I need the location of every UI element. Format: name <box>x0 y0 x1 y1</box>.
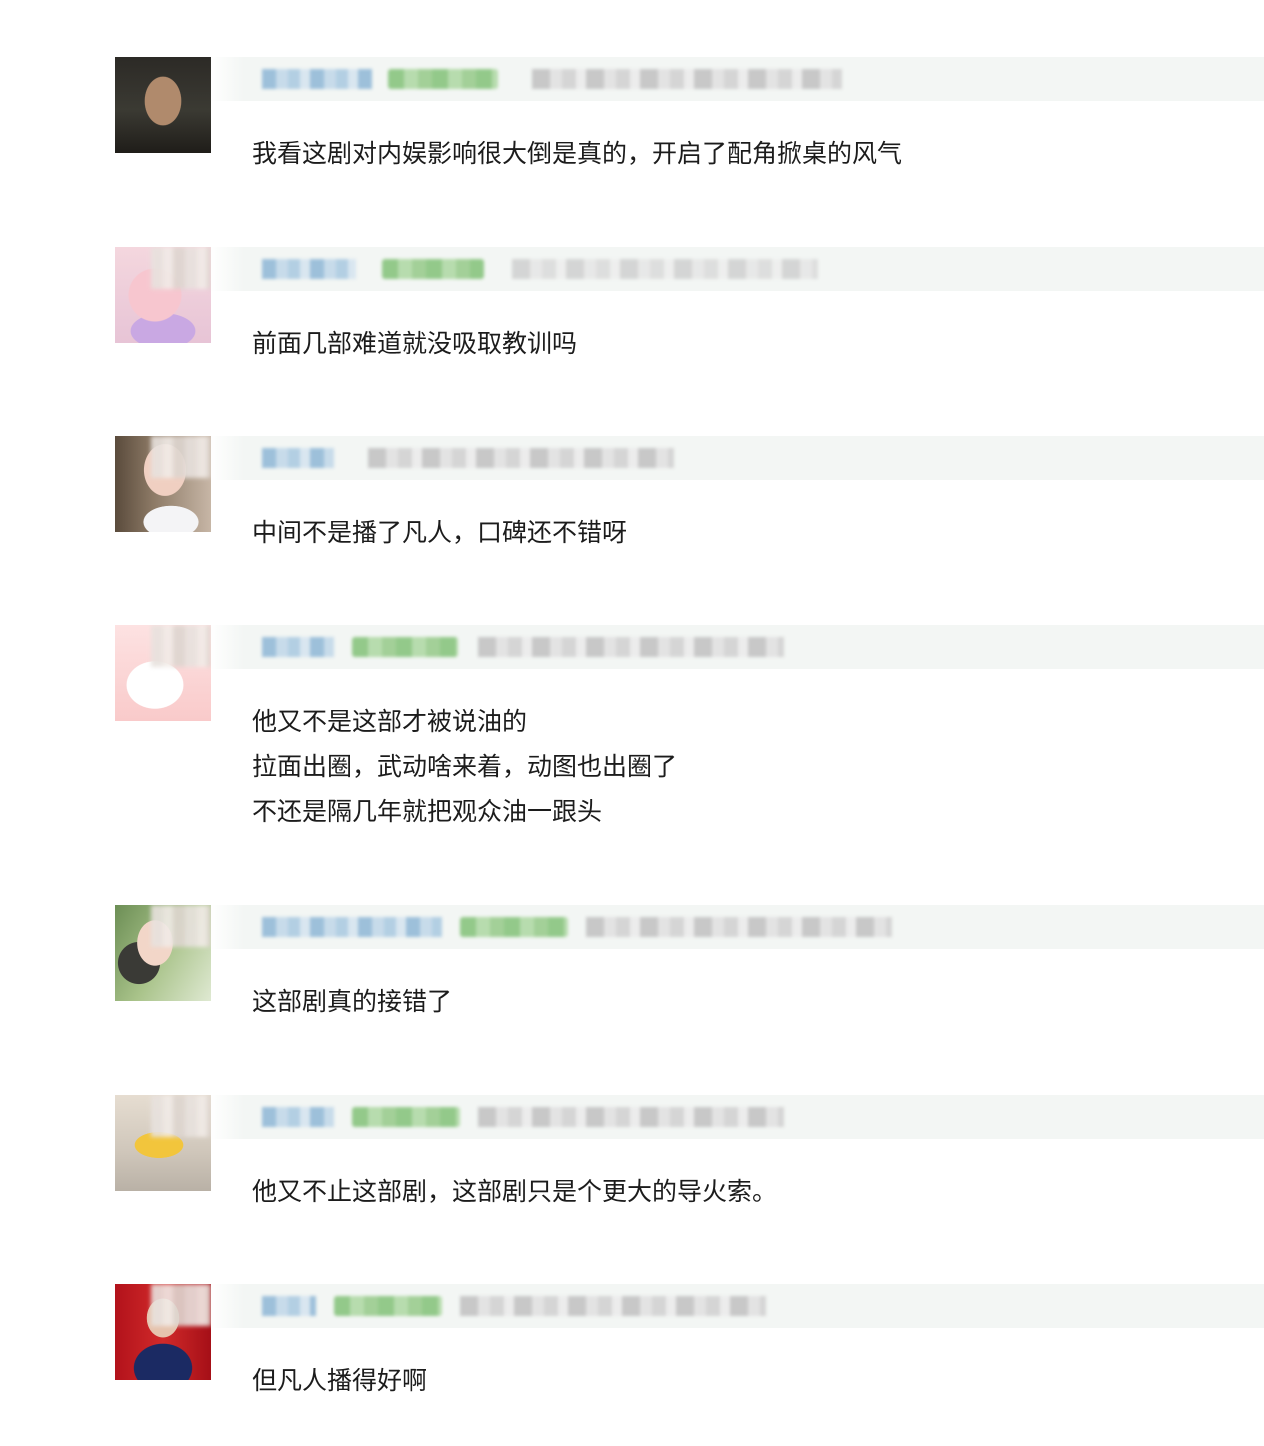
user-avatar[interactable] <box>115 436 211 532</box>
username[interactable] <box>262 448 334 468</box>
comment-item: 但凡人播得好啊 <box>0 1284 1264 1434</box>
user-avatar[interactable] <box>115 247 211 343</box>
user-badge <box>460 917 568 937</box>
username[interactable] <box>262 259 356 279</box>
user-avatar[interactable] <box>115 625 211 721</box>
comment-meta <box>210 1284 1264 1328</box>
comment-meta <box>210 57 1264 101</box>
user-badge <box>334 1296 442 1316</box>
user-avatar[interactable] <box>115 905 211 1001</box>
username[interactable] <box>262 1107 334 1127</box>
comment-item: 他又不止这部剧，这部剧只是个更大的导火索。 <box>0 1095 1264 1245</box>
comment-text: 我看这剧对内娱影响很大倒是真的，开启了配角掀桌的风气 <box>252 139 903 168</box>
comment-text: 中间不是播了凡人，口碑还不错呀 <box>252 518 628 547</box>
comment-item: 我看这剧对内娱影响很大倒是真的，开启了配角掀桌的风气 <box>0 57 1264 207</box>
username[interactable] <box>262 917 442 937</box>
user-badge <box>352 1107 460 1127</box>
timestamp <box>532 69 842 89</box>
comment-item: 他又不是这部才被说油的 拉面出圈，武动啥来着，动图也出圈了 不还是隔几年就把观众… <box>0 625 1264 865</box>
user-avatar[interactable] <box>115 1095 211 1191</box>
comment-meta <box>210 1095 1264 1139</box>
comment-text: 他又不止这部剧，这部剧只是个更大的导火索。 <box>252 1177 778 1206</box>
timestamp <box>460 1296 766 1316</box>
comment-text: 但凡人播得好啊 <box>252 1366 428 1395</box>
timestamp <box>478 1107 784 1127</box>
timestamp <box>478 637 784 657</box>
comment-meta <box>210 905 1264 949</box>
comment-meta <box>210 436 1264 480</box>
username[interactable] <box>262 69 372 89</box>
timestamp <box>512 259 818 279</box>
comment-meta <box>210 247 1264 291</box>
comment-text: 前面几部难道就没吸取教训吗 <box>252 329 578 358</box>
user-avatar[interactable] <box>115 1284 211 1380</box>
timestamp <box>586 917 892 937</box>
comment-item: 这部剧真的接错了 <box>0 905 1264 1055</box>
comment-text: 他又不是这部才被说油的 拉面出圈，武动啥来着，动图也出圈了 不还是隔几年就把观众… <box>252 707 678 826</box>
comment-item: 中间不是播了凡人，口碑还不错呀 <box>0 436 1264 586</box>
user-badge <box>388 69 498 89</box>
username[interactable] <box>262 1296 316 1316</box>
user-badge <box>382 259 484 279</box>
comment-text: 这部剧真的接错了 <box>252 987 453 1016</box>
comment-list: 我看这剧对内娱影响很大倒是真的，开启了配角掀桌的风气 前面几部难道就没吸取教训吗… <box>0 0 1264 1446</box>
user-badge <box>352 637 458 657</box>
comment-item: 前面几部难道就没吸取教训吗 <box>0 247 1264 397</box>
username[interactable] <box>262 637 334 657</box>
comment-meta <box>210 625 1264 669</box>
timestamp <box>368 448 674 468</box>
user-avatar[interactable] <box>115 57 211 153</box>
